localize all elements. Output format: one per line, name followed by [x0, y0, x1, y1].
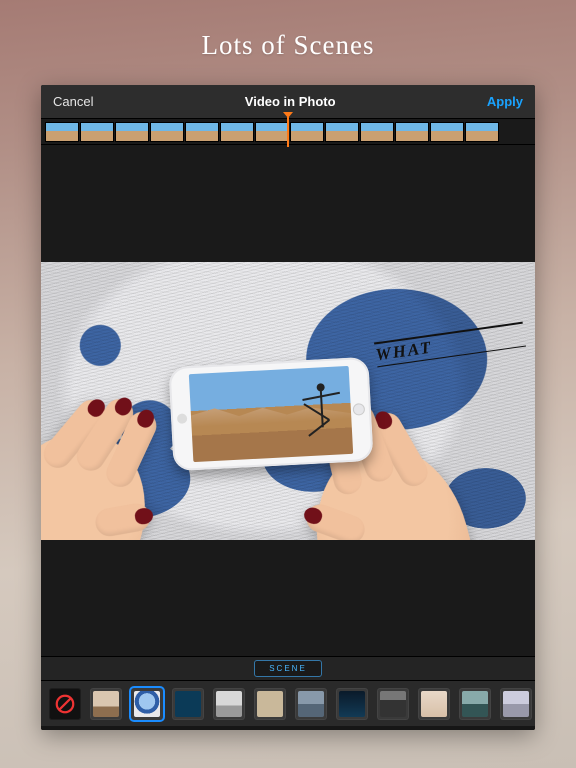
- video-filmstrip[interactable]: [41, 119, 535, 145]
- app-window: Cancel Video in Photo Apply WHAT: [41, 85, 535, 730]
- none-icon: [54, 693, 76, 715]
- scene-thumb-laptop-side[interactable]: [500, 688, 532, 720]
- filmstrip-frame[interactable]: [185, 122, 219, 142]
- scene-thumb-image: [298, 691, 324, 717]
- scene-thumb-frame-wall[interactable]: [254, 688, 286, 720]
- mode-tabbar: SCENE: [41, 656, 535, 680]
- filmstrip-frame[interactable]: [465, 122, 499, 142]
- scene-thumb-image: [175, 691, 201, 717]
- promo-headline: Lots of Scenes: [202, 30, 375, 61]
- scene-picker: [41, 680, 535, 726]
- filmstrip-frame[interactable]: [255, 122, 289, 142]
- filmstrip-frame[interactable]: [220, 122, 254, 142]
- scene-thumb-image: [462, 691, 488, 717]
- filmstrip-frame[interactable]: [150, 122, 184, 142]
- filmstrip-frame[interactable]: [80, 122, 114, 142]
- preview-area: WHAT: [41, 145, 535, 656]
- preview-canvas[interactable]: WHAT: [41, 262, 535, 540]
- filmstrip-frame[interactable]: [430, 122, 464, 142]
- bottom-spacer: [41, 726, 535, 730]
- filmstrip-frame[interactable]: [360, 122, 394, 142]
- scene-thumb-image: [380, 691, 406, 717]
- scene-thumb-tablet-desk[interactable]: [172, 688, 204, 720]
- phone-mockup: [168, 356, 373, 470]
- scene-thumb-monitor-office[interactable]: [459, 688, 491, 720]
- scene-thumb-image: [339, 691, 365, 717]
- page-title: Video in Photo: [245, 94, 336, 109]
- scene-thumb-image: [503, 691, 529, 717]
- filmstrip-frame[interactable]: [325, 122, 359, 142]
- scene-thumb-image: [421, 691, 447, 717]
- filmstrip-frame[interactable]: [115, 122, 149, 142]
- scene-thumb-image: [134, 691, 160, 717]
- apply-button[interactable]: Apply: [487, 94, 523, 109]
- filmstrip-frame[interactable]: [290, 122, 324, 142]
- cancel-button[interactable]: Cancel: [53, 94, 93, 109]
- scene-thumb-laptop-minimal[interactable]: [213, 688, 245, 720]
- scene-thumb-devices-dark[interactable]: [336, 688, 368, 720]
- phone-screen: [189, 365, 353, 461]
- scene-thumb-hands-phone-globe[interactable]: [131, 688, 163, 720]
- scene-thumb-hands-phone-table[interactable]: [90, 688, 122, 720]
- scene-thumb-image: [257, 691, 283, 717]
- scene-thumb-image: [216, 691, 242, 717]
- filmstrip-frame[interactable]: [45, 122, 79, 142]
- tab-scene[interactable]: SCENE: [254, 660, 322, 677]
- scene-thumb-tv-room[interactable]: [295, 688, 327, 720]
- scene-thumb-none[interactable]: [49, 688, 81, 720]
- scene-thumb-image: [93, 691, 119, 717]
- filmstrip-frame[interactable]: [395, 122, 429, 142]
- playhead-indicator[interactable]: [287, 117, 289, 147]
- scene-thumb-billboard[interactable]: [377, 688, 409, 720]
- scene-thumb-card-hand[interactable]: [418, 688, 450, 720]
